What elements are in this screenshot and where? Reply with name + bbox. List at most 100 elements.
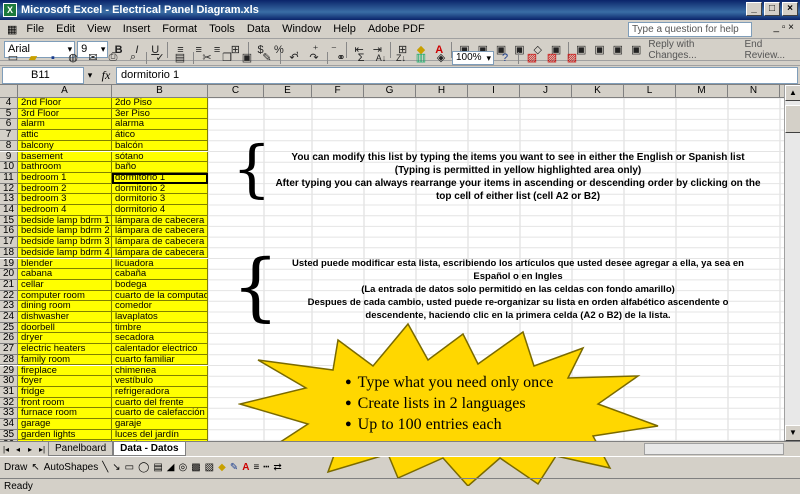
menu-window[interactable]: Window (276, 23, 327, 35)
cell-spanish[interactable]: cuarto familiar (112, 354, 208, 366)
menu-edit[interactable]: Edit (50, 23, 81, 35)
sort-descending-icon[interactable]: Z↓ (392, 51, 410, 65)
autosum-icon[interactable]: Σ (352, 51, 370, 65)
cell-spanish[interactable]: 2do Piso (112, 98, 208, 109)
new-icon[interactable]: ▭ (4, 51, 22, 65)
cell-english[interactable]: electric heaters (18, 344, 112, 355)
cell-english[interactable]: garage (18, 419, 112, 430)
cell-spanish[interactable]: lámpara de cabecera 3 (112, 237, 208, 248)
clipart-icon[interactable]: ▩ (191, 462, 200, 473)
doc-window-controls[interactable]: _ ▫ × (773, 22, 794, 33)
cell-spanish[interactable]: refrigeradora (112, 386, 208, 398)
cell-english[interactable]: bathroom (18, 162, 112, 173)
cell-spanish[interactable]: 3er Piso (112, 108, 208, 120)
cell-spanish[interactable]: balcón (112, 140, 208, 152)
last-sheet-icon[interactable]: ▸| (36, 445, 48, 454)
cell-english[interactable]: dining room (18, 301, 112, 312)
sheet-icon[interactable]: ▦ (4, 23, 20, 36)
cell-english[interactable]: cellar (18, 279, 112, 291)
first-sheet-icon[interactable]: |◂ (0, 445, 12, 454)
name-box-dropdown-icon[interactable]: ▾ (84, 70, 96, 81)
cell-english[interactable]: 2nd Floor (18, 98, 112, 109)
textbox-icon[interactable]: ▤ (153, 462, 162, 473)
arrow-style-icon[interactable]: ⇄ (273, 462, 281, 473)
undo-icon[interactable]: ↶ (285, 51, 303, 65)
line-style-icon[interactable]: ≡ (253, 462, 259, 473)
redo-icon[interactable]: ↷ (305, 51, 323, 65)
cell-spanish[interactable]: bodega (112, 279, 208, 291)
permission-icon[interactable]: ◍ (64, 51, 82, 65)
scroll-thumb[interactable] (785, 105, 800, 133)
maximize-button[interactable]: □ (764, 2, 780, 16)
autoshapes-button[interactable]: AutoShapes (44, 462, 99, 473)
tab-data-datos[interactable]: Data - Datos (113, 442, 186, 456)
column-header[interactable]: A (18, 85, 112, 98)
row-header[interactable]: 31 (0, 387, 18, 398)
cell-spanish[interactable]: dormitorio 3 (112, 194, 208, 205)
cell-english[interactable]: family room (18, 354, 112, 366)
pdf-email-icon[interactable]: ▨ (543, 51, 561, 65)
cell-spanish[interactable]: lámpara de cabecera 1 (112, 215, 208, 227)
column-header[interactable]: N (728, 85, 780, 98)
cell-english[interactable]: bedside lamp bdrm 3 (18, 237, 112, 248)
cell-english[interactable]: computer room (18, 290, 112, 302)
picture-icon[interactable]: ▧ (205, 462, 214, 473)
cell-english[interactable]: bedside lamp bdrm 4 (18, 247, 112, 259)
open-icon[interactable]: ▰ (24, 51, 42, 65)
row-header[interactable]: 21 (0, 280, 18, 291)
cell-spanish[interactable]: dormitorio 1 (112, 172, 208, 184)
cell-spanish[interactable]: calentador electrico (112, 344, 208, 355)
scroll-down-icon[interactable]: ▼ (785, 425, 800, 441)
arrow-icon[interactable]: ↘ (112, 462, 120, 473)
prev-sheet-icon[interactable]: ◂ (12, 445, 24, 454)
menu-format[interactable]: Format (156, 23, 203, 35)
cell-spanish[interactable]: licuadora (112, 258, 208, 270)
format-painter-icon[interactable]: ✎ (258, 51, 276, 65)
row-header[interactable]: 8 (0, 140, 18, 152)
pdf-convert-icon[interactable]: ▨ (523, 51, 541, 65)
cell-english[interactable]: alarm (18, 119, 112, 131)
cell-spanish[interactable]: lámpara de cabecera 2 (112, 226, 208, 238)
column-header[interactable]: G (364, 85, 416, 98)
column-header[interactable]: M (676, 85, 728, 98)
cell-spanish[interactable]: garaje (112, 419, 208, 430)
wordart-icon[interactable]: ◢ (167, 462, 175, 473)
menu-file[interactable]: File (20, 23, 50, 35)
minimize-button[interactable]: _ (746, 2, 762, 16)
print-preview-icon[interactable]: ⌕ (124, 51, 142, 65)
column-header[interactable]: F (312, 85, 364, 98)
cell-spanish[interactable]: comedor (112, 301, 208, 312)
column-header[interactable]: I (468, 85, 520, 98)
chart-wizard-icon[interactable]: ▥ (412, 51, 430, 65)
cell-spanish[interactable]: cuarto de la computadora (112, 290, 208, 302)
menu-data[interactable]: Data (241, 23, 276, 35)
print-icon[interactable]: ⎙ (104, 51, 122, 65)
cell-english[interactable]: furnace room (18, 408, 112, 419)
diagram-icon[interactable]: ◎ (178, 462, 187, 473)
oval-icon[interactable]: ◯ (138, 462, 149, 473)
cell-spanish[interactable]: vestíbulo (112, 376, 208, 387)
cell-english[interactable]: cabana (18, 269, 112, 280)
scroll-up-icon[interactable]: ▲ (785, 85, 800, 101)
draw-menu-button[interactable]: Draw (4, 462, 27, 473)
cell-english[interactable]: bedroom 3 (18, 194, 112, 205)
menu-help[interactable]: Help (327, 23, 362, 35)
menu-adobe-pdf[interactable]: Adobe PDF (362, 23, 431, 35)
copy-icon[interactable]: ❐ (218, 51, 236, 65)
name-box[interactable]: B11 (2, 66, 84, 84)
cell-english[interactable]: garden lights (18, 429, 112, 441)
column-header[interactable]: J (520, 85, 572, 98)
pdf-review-icon[interactable]: ▨ (563, 51, 581, 65)
cell-spanish[interactable]: cabaña (112, 269, 208, 280)
column-header[interactable]: H (416, 85, 468, 98)
cell-spanish[interactable]: sótano (112, 151, 208, 163)
cell-spanish[interactable]: secadora (112, 333, 208, 345)
line-color-icon[interactable]: ✎ (230, 462, 238, 473)
font-color-draw-icon[interactable]: A (242, 462, 249, 473)
cell-spanish[interactable]: cuarto de calefacción (112, 408, 208, 419)
cell-spanish[interactable]: dormitorio 4 (112, 205, 208, 216)
cell-english[interactable]: bedside lamp bdrm 2 (18, 226, 112, 238)
row-header[interactable]: 28 (0, 354, 18, 366)
formula-input[interactable]: dormitorio 1 (116, 66, 798, 84)
select-objects-icon[interactable]: ↖ (31, 462, 39, 473)
